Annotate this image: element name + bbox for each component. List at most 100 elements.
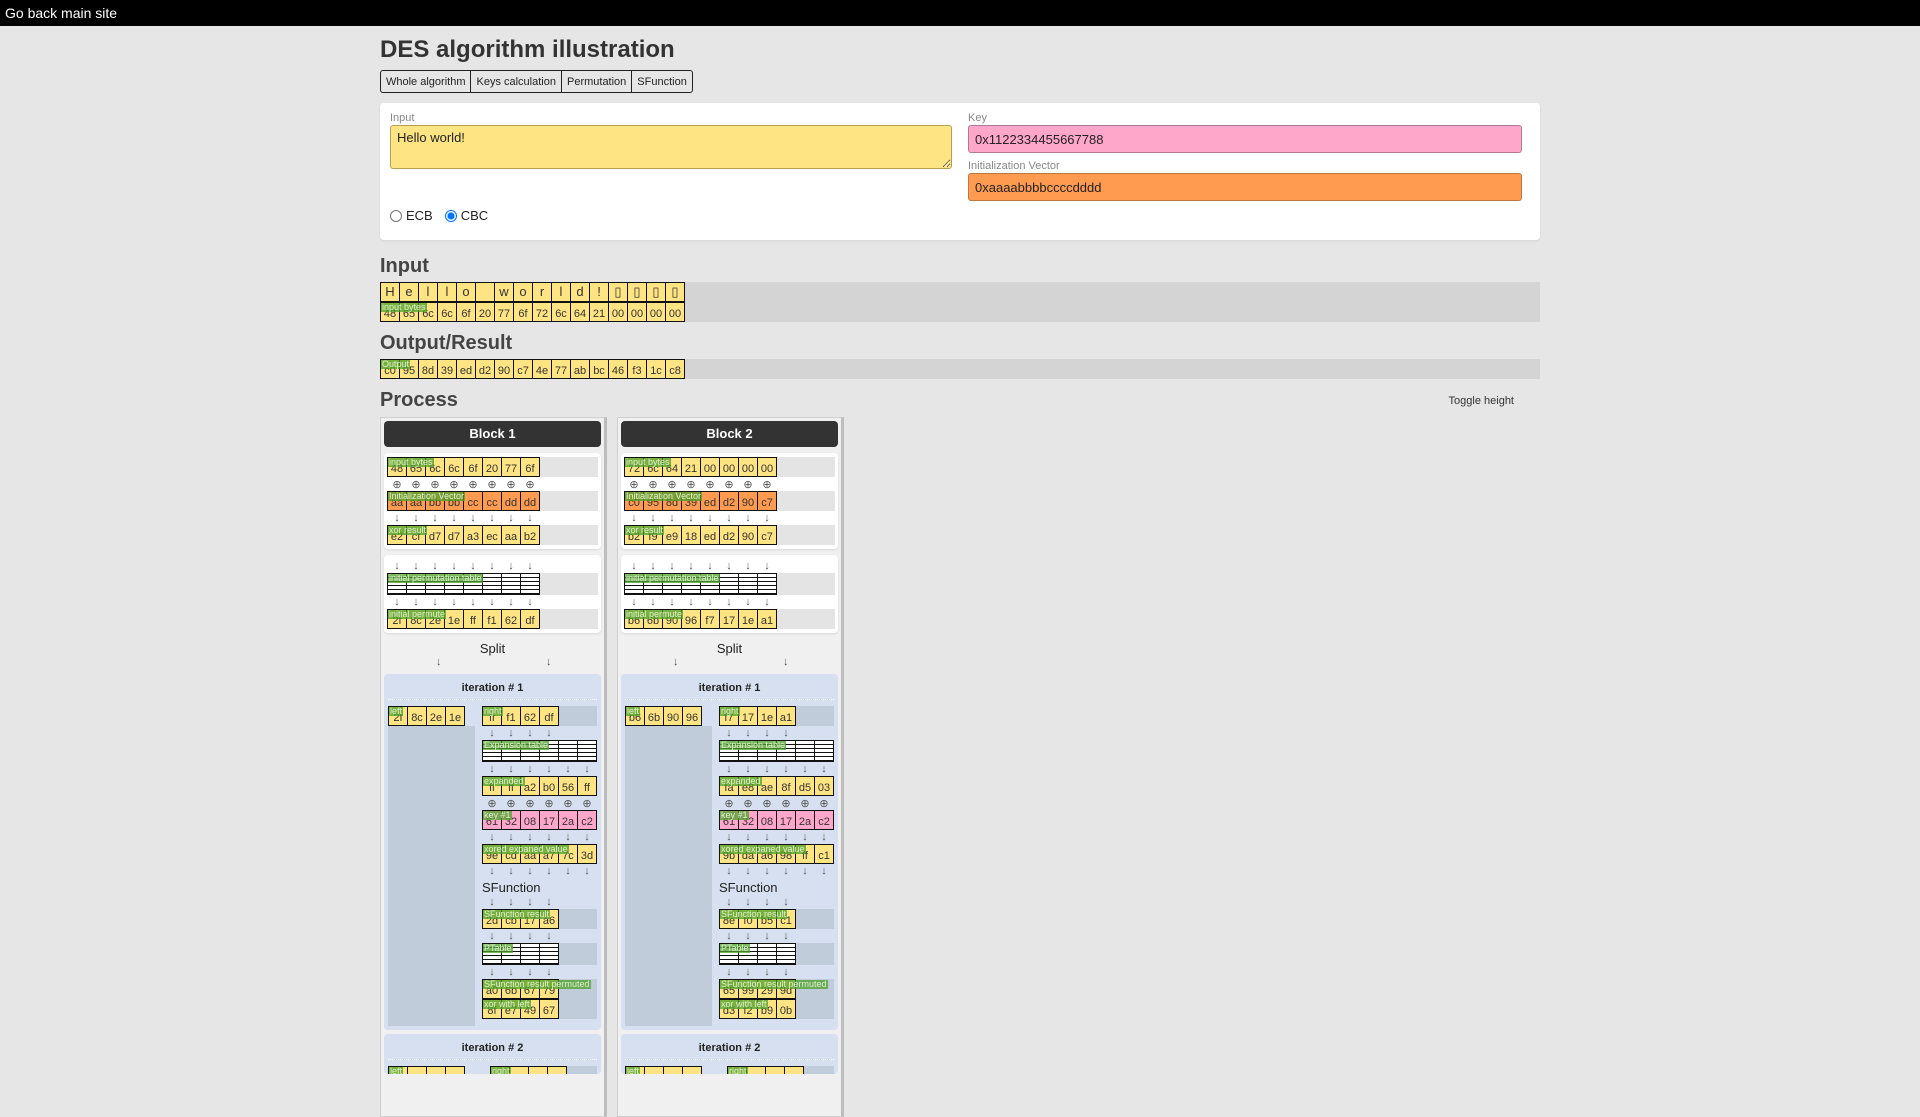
byte-value: 17 — [779, 816, 793, 828]
arrow-down-icon: ↓ — [669, 560, 675, 572]
byte-value: f2 — [743, 1005, 753, 1017]
byte-value: 6c — [422, 308, 434, 320]
table-cell — [520, 943, 540, 965]
byte-cell: ed — [700, 491, 720, 511]
split-arrows: ↓ ↓ — [621, 656, 838, 670]
tab-permutation[interactable]: Permutation — [561, 70, 633, 93]
arrow-down-icon: ↓ — [527, 930, 533, 942]
page-title: DES algorithm illustration — [380, 36, 675, 63]
arrow-down-icon: ↓ — [650, 596, 656, 608]
input-bytes-row: 48 input bytes 65 6c 6c 6f 20 77 6f 72 6c 64 21 00 00 0… — [380, 302, 1540, 322]
back-to-main-site-link[interactable]: Go back main site — [5, 5, 117, 21]
arrow-down-icon: ↓ — [688, 596, 694, 608]
table-cell — [520, 573, 540, 595]
byte-value: f1 — [487, 615, 497, 627]
byte-cell — [663, 1066, 683, 1074]
input-bytes-row: 72 input bytes 6c 64 21 00 00 00 00 — [624, 457, 835, 477]
byte-value: 20 — [478, 308, 492, 320]
mode-cbc-option[interactable]: CBC — [443, 208, 488, 223]
process-blocks: Block 1 48 input bytes 65 6c 6c 6f 20 77 6f ⊕ ⊕ ⊕ ⊕ ⊕ ⊕… — [380, 417, 1540, 1117]
table-cell — [795, 740, 815, 762]
arrow-down-icon: ↓ — [413, 596, 419, 608]
byte-cell: 72 — [532, 302, 552, 322]
byte-value: a3 — [466, 531, 480, 543]
mode-ecb-option[interactable]: ECB — [388, 208, 433, 223]
arrow-down-icon: ↓ — [527, 512, 533, 524]
arrow-down-icon: ↓ — [745, 560, 751, 572]
byte-cell: d2 — [719, 491, 739, 511]
iteration-body: left right — [388, 1066, 597, 1074]
xor-icon: ⊕ — [468, 478, 478, 491]
tab-sfunction[interactable]: SFunction — [632, 70, 693, 93]
arrow-row: ↓ ↓ ↓ ↓ ↓ ↓ ↓ ↓ — [387, 595, 598, 609]
xor-icon: ⊕ — [392, 478, 402, 491]
xor-icon: ⊕ — [487, 478, 497, 491]
arrow-row: ↓ ↓ ↓ ↓ — [482, 965, 597, 979]
xor-icon: ⊕ — [629, 478, 639, 491]
byte-cell: 1e — [757, 706, 777, 726]
arrow-down-icon: ↓ — [489, 512, 495, 524]
byte-value: d5 — [798, 782, 812, 794]
iteration-body: b6 left 6b 90 96 f7 right 17 1e a1 ↓ ↓ ↓ ↓ Expansion t… — [625, 706, 834, 1026]
arrow-down-icon: ↓ — [508, 763, 514, 775]
byte-value: ▯ — [633, 284, 641, 299]
byte-cell: 61 key #1 — [719, 810, 749, 830]
byte-value: 9e — [485, 850, 499, 862]
arrow-down-icon: ↓ — [764, 763, 770, 775]
xor-ops-row: ⊕ ⊕ ⊕ ⊕ ⊕ ⊕ ⊕ ⊕ — [624, 477, 835, 491]
toggle-height-button[interactable]: Toggle height — [1443, 394, 1520, 408]
byte-value: 8d — [665, 497, 679, 509]
mode-cbc-radio[interactable] — [444, 209, 457, 222]
byte-value: cd — [505, 850, 517, 862]
byte-cell: 8d — [662, 491, 682, 511]
arrow-down-icon: ↓ — [584, 831, 590, 843]
table-cell — [719, 573, 739, 595]
byte-cell: dd — [520, 491, 540, 511]
iv-input[interactable] — [968, 173, 1522, 201]
byte-cell: 00 — [700, 457, 720, 477]
arrow-down-icon: ↓ — [565, 763, 571, 775]
byte-cell: o — [456, 282, 476, 302]
arrow-down-icon: ↓ — [745, 596, 751, 608]
key-input[interactable] — [968, 125, 1522, 153]
plaintext-input[interactable]: Hello world! — [390, 125, 952, 169]
output-heading: Output/Result — [380, 332, 513, 354]
byte-cell: f1 — [501, 706, 521, 726]
byte-cell: 00 — [665, 302, 685, 322]
settings-card: Input Hello world! Key Initialization Ve… — [380, 103, 1540, 240]
byte-value: d7 — [428, 531, 442, 543]
byte-cell: aa Initialization Vector — [387, 491, 466, 511]
tab-whole-algorithm[interactable]: Whole algorithm — [380, 70, 472, 93]
byte-cell: 6f — [456, 302, 476, 322]
arrow-down-icon: ↓ — [821, 865, 827, 877]
byte-value: ▯ — [652, 284, 660, 299]
byte-value: 8c — [410, 615, 422, 627]
byte-cell: b5 — [757, 909, 777, 929]
byte-value: 00 — [760, 463, 774, 475]
arrow-down-icon: ↓ — [527, 865, 533, 877]
byte-cell: 1e — [445, 706, 465, 726]
arrow-down-icon: ↓ — [489, 896, 495, 908]
arrow-row: ↓ ↓ ↓ ↓ ↓ ↓ ↓ ↓ — [624, 595, 835, 609]
split-arrows: ↓ ↓ — [384, 656, 601, 670]
permutation-table-row: initial permutation table — [624, 573, 835, 595]
input-section: Input Hello w o r l d! ▯ ▯ ▯ ▯ 48 input bytes 65 6c… — [380, 255, 1540, 322]
byte-cell: 8d — [418, 359, 438, 379]
arrow-row: ↓ ↓ ↓ ↓ ↓ ↓ — [482, 864, 597, 878]
arrow-down-icon: ↓ — [764, 596, 770, 608]
byte-value: l — [426, 284, 430, 299]
byte-cell: ff expanded — [482, 776, 525, 796]
mode-ecb-radio[interactable] — [390, 209, 402, 222]
left-half-column: 2f left 8c 2e 1e — [388, 706, 475, 1026]
byte-cell: a3 — [463, 525, 483, 545]
arrow-down-icon: ↓ — [764, 512, 770, 524]
arrow-down-icon: ↓ — [726, 930, 732, 942]
arrow-down-icon: ↓ — [726, 596, 732, 608]
initial-permutation-panel: ↓ ↓ ↓ ↓ ↓ ↓ ↓ ↓ initial permutation table ↓ ↓ ↓ ↓ ↓ ↓ ↓… — [384, 555, 601, 633]
byte-value: 00 — [722, 463, 736, 475]
byte-value: ae — [760, 782, 774, 794]
split-label: Split — [716, 641, 743, 656]
arrow-down-icon: ↓ — [546, 656, 552, 668]
arrow-down-icon: ↓ — [650, 512, 656, 524]
tab-keys-calculation[interactable]: Keys calculation — [471, 70, 562, 93]
